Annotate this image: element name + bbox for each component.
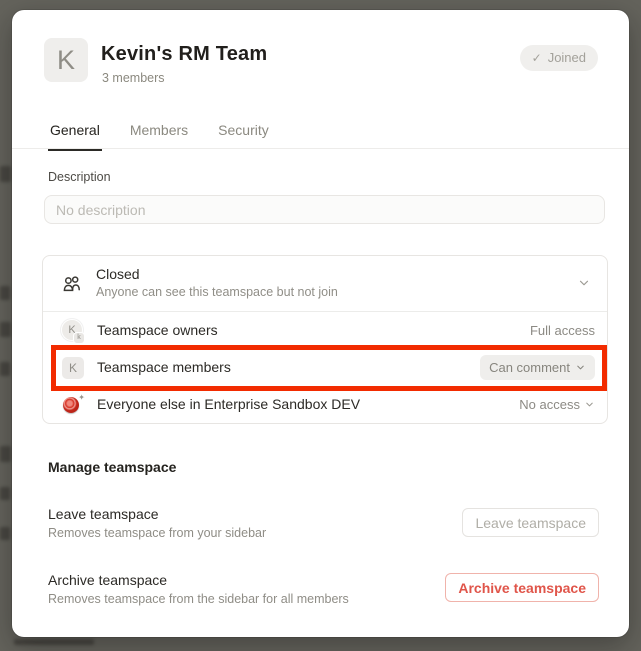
backdrop-artifact (0, 487, 10, 500)
access-dropdown[interactable]: Can comment (480, 355, 595, 380)
backdrop-artifact (0, 166, 11, 182)
member-count: 3 members (102, 71, 165, 85)
permission-row-label: Teamspace members (97, 359, 231, 375)
chevron-down-icon (575, 362, 586, 373)
access-level-title: Closed (96, 266, 140, 282)
permission-row-everyone[interactable]: ✦ Everyone else in Enterprise Sandbox DE… (43, 386, 607, 423)
access-level-subtitle: Anyone can see this teamspace but not jo… (96, 285, 338, 299)
backdrop-artifact (0, 527, 10, 540)
settings-tabs: General Members Security (48, 116, 271, 151)
desktop-backdrop: { "colors": { "backdrop": "#64635c", "an… (0, 0, 641, 651)
permissions-panel: Closed Anyone can see this teamspace but… (42, 255, 608, 424)
archive-teamspace-subtitle: Removes teamspace from the sidebar for a… (48, 592, 349, 606)
permission-row-owners[interactable]: K k Teamspace owners Full access (43, 312, 607, 349)
archive-teamspace-button[interactable]: Archive teamspace (445, 573, 599, 602)
permission-row-label: Teamspace owners (97, 322, 218, 338)
permission-row-members[interactable]: K Teamspace members Can comment (43, 349, 607, 386)
chevron-down-icon[interactable] (577, 276, 591, 290)
page-title: Kevin's RM Team (101, 43, 267, 66)
access-level-row[interactable]: Closed Anyone can see this teamspace but… (43, 256, 607, 311)
description-label: Description (48, 170, 111, 184)
backdrop-artifact (0, 362, 10, 376)
leave-teamspace-subtitle: Removes teamspace from your sidebar (48, 526, 266, 540)
backdrop-artifact (0, 446, 11, 462)
manage-teamspace-heading: Manage teamspace (48, 459, 176, 475)
people-icon (61, 273, 83, 295)
backdrop-artifact (14, 639, 94, 645)
teamspace-settings-dialog: K Kevin's RM Team 3 members ✓ Joined Gen… (12, 10, 629, 637)
teamspace-avatar: K (44, 38, 88, 82)
owners-avatar-stack: K k (61, 319, 87, 345)
access-value: Full access (530, 323, 595, 338)
joined-badge[interactable]: ✓ Joined (520, 45, 598, 71)
members-avatar: K (62, 357, 84, 379)
access-value: Can comment (489, 360, 570, 375)
tab-security[interactable]: Security (216, 116, 271, 151)
permission-row-label: Everyone else in Enterprise Sandbox DEV (97, 396, 360, 412)
workspace-logo-icon: ✦ (63, 395, 85, 415)
archive-teamspace-title: Archive teamspace (48, 572, 167, 588)
backdrop-artifact (0, 286, 10, 300)
tab-general[interactable]: General (48, 116, 102, 151)
backdrop-artifact (0, 322, 11, 337)
leave-teamspace-button[interactable]: Leave teamspace (462, 508, 599, 537)
tabs-divider (12, 148, 629, 149)
joined-badge-label: Joined (548, 45, 586, 71)
tab-members[interactable]: Members (128, 116, 190, 151)
chevron-down-icon[interactable] (584, 399, 595, 410)
leave-teamspace-title: Leave teamspace (48, 506, 159, 522)
check-icon: ✓ (532, 45, 542, 71)
description-input[interactable] (44, 195, 605, 224)
access-value: No access (519, 397, 580, 412)
